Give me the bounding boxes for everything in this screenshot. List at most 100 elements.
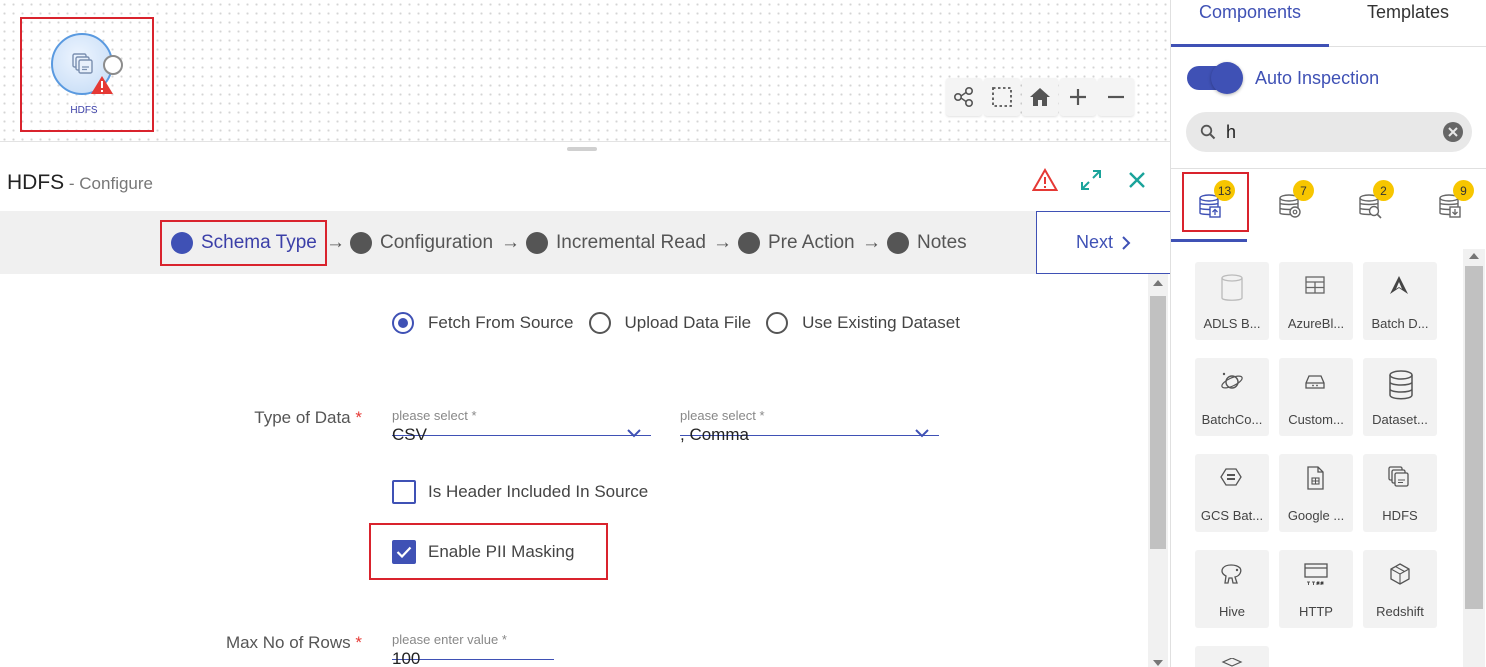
step-pre-action[interactable]: Pre Action bbox=[738, 211, 855, 274]
component-categories: 13 7 2 9 bbox=[1171, 168, 1486, 242]
close-icon bbox=[1129, 172, 1145, 188]
next-button[interactable]: Next bbox=[1036, 211, 1171, 274]
node-warning-icon bbox=[91, 76, 113, 94]
step-label: Notes bbox=[917, 231, 967, 253]
header-included-checkbox-row: Is Header Included In Source bbox=[392, 480, 648, 504]
checkbox-label: Is Header Included In Source bbox=[428, 482, 649, 501]
batch-d-icon bbox=[1390, 276, 1408, 294]
pipeline-canvas[interactable]: HDFS bbox=[0, 0, 1170, 142]
node-label: HDFS bbox=[70, 105, 98, 116]
auto-layout-button[interactable] bbox=[946, 78, 982, 116]
component-tile-batch-d[interactable]: Batch D... bbox=[1363, 262, 1437, 340]
step-label: Pre Action bbox=[768, 231, 855, 253]
category-count-badge: 2 bbox=[1373, 180, 1394, 201]
component-tile-adls[interactable]: ADLS B... bbox=[1195, 262, 1269, 340]
category-processors[interactable]: 7 bbox=[1251, 169, 1327, 242]
search-value: h bbox=[1226, 121, 1237, 142]
required-mark: * bbox=[355, 633, 362, 652]
scroll-up-arrow[interactable] bbox=[1153, 280, 1163, 286]
component-tile-redshift[interactable]: Redshift bbox=[1363, 550, 1437, 628]
step-arrow: → bbox=[501, 231, 520, 253]
components-panel: Components Templates Auto Inspection h 1… bbox=[1170, 0, 1486, 667]
clear-search-icon[interactable] bbox=[1442, 121, 1464, 143]
tile-label: Batch D... bbox=[1371, 316, 1429, 331]
max-rows-input[interactable]: please enter value * 100 bbox=[392, 632, 554, 667]
toggle-label: Auto Inspection bbox=[1255, 67, 1380, 88]
schema-source-radio-group: Fetch From Source Upload Data File Use E… bbox=[392, 312, 975, 334]
tab-templates[interactable]: Templates bbox=[1329, 0, 1486, 47]
home-icon bbox=[1030, 88, 1050, 106]
component-search-input[interactable]: h bbox=[1186, 112, 1472, 152]
panel-tabs: Components Templates bbox=[1171, 0, 1486, 47]
zoom-out-button[interactable] bbox=[1098, 78, 1134, 116]
delimiter-select[interactable]: please select * , Comma bbox=[680, 408, 939, 444]
component-tile-azure-blob[interactable]: AzureBl... bbox=[1279, 262, 1353, 340]
form-scrollbar[interactable] bbox=[1148, 274, 1168, 667]
scroll-down-arrow[interactable] bbox=[1153, 660, 1163, 666]
panel-resize-handle[interactable] bbox=[567, 147, 597, 151]
category-emitters[interactable]: 9 bbox=[1411, 169, 1486, 242]
expand-button[interactable] bbox=[1078, 167, 1104, 193]
dataset-icon bbox=[1389, 370, 1413, 400]
label-text: Max No of Rows bbox=[225, 633, 351, 652]
close-button[interactable] bbox=[1124, 167, 1150, 193]
radio-fetch-from-source[interactable] bbox=[392, 312, 414, 334]
component-tile-google-sheet[interactable]: Google ... bbox=[1279, 454, 1353, 532]
config-stepper: Schema Type → Configuration → Incrementa… bbox=[0, 211, 1036, 274]
scroll-up-arrow[interactable] bbox=[1469, 253, 1479, 259]
component-tile-dataset[interactable]: Dataset... bbox=[1363, 358, 1437, 436]
step-configuration[interactable]: Configuration bbox=[350, 211, 493, 274]
tab-components[interactable]: Components bbox=[1171, 0, 1329, 47]
hdfs-icon bbox=[72, 53, 93, 74]
chevron-right-icon bbox=[1122, 235, 1131, 250]
zoom-in-button[interactable] bbox=[1060, 78, 1096, 116]
radio-use-existing-dataset[interactable] bbox=[766, 312, 789, 334]
component-tile-gcs[interactable]: GCS Bat... bbox=[1195, 454, 1269, 532]
input-placeholder: please enter value * bbox=[392, 632, 507, 647]
component-name: HDFS bbox=[7, 171, 65, 194]
radio-label: Upload Data File bbox=[624, 313, 752, 332]
scroll-thumb[interactable] bbox=[1150, 296, 1166, 549]
radio-upload-data-file[interactable] bbox=[588, 312, 611, 334]
select-area-button[interactable] bbox=[984, 78, 1020, 116]
type-of-data-label: Type of Data * bbox=[200, 408, 362, 428]
chevron-down-icon bbox=[627, 429, 641, 438]
auto-inspection-toggle[interactable] bbox=[1187, 62, 1243, 94]
component-tile-batch-cosmos[interactable]: BatchCo... bbox=[1195, 358, 1269, 436]
radio-label: Use Existing Dataset bbox=[802, 313, 960, 332]
step-arrow: → bbox=[862, 231, 881, 253]
component-tile-hdfs[interactable]: HDFS bbox=[1363, 454, 1437, 532]
category-count-badge: 7 bbox=[1293, 180, 1314, 201]
category-analytics[interactable]: 2 bbox=[1331, 169, 1407, 242]
step-incremental-read[interactable]: Incremental Read bbox=[526, 211, 706, 274]
step-arrow: → bbox=[326, 231, 345, 253]
node-output-port[interactable] bbox=[103, 55, 123, 75]
validation-warning-button[interactable] bbox=[1032, 167, 1058, 193]
component-tile-partial[interactable] bbox=[1195, 646, 1269, 667]
chevron-down-icon bbox=[915, 429, 929, 438]
component-tile-hive[interactable]: Hive bbox=[1195, 550, 1269, 628]
step-dot bbox=[887, 231, 909, 254]
component-tile-http[interactable]: HTTP bbox=[1279, 550, 1353, 628]
scroll-thumb[interactable] bbox=[1465, 266, 1483, 609]
batch-cosmos-icon bbox=[1221, 372, 1243, 389]
expand-icon bbox=[1081, 170, 1101, 190]
canvas-toolbar bbox=[946, 78, 1134, 116]
select-placeholder: please select * bbox=[680, 408, 765, 423]
minus-icon bbox=[1108, 95, 1124, 99]
tile-label: Google ... bbox=[1287, 508, 1345, 523]
home-button[interactable] bbox=[1022, 78, 1058, 116]
data-format-select[interactable]: please select * CSV bbox=[392, 408, 651, 444]
warning-icon bbox=[1032, 168, 1058, 191]
radio-label: Fetch From Source bbox=[428, 313, 574, 332]
step-notes[interactable]: Notes bbox=[887, 211, 967, 274]
component-tile-custom[interactable]: Custom... bbox=[1279, 358, 1353, 436]
tile-label: GCS Bat... bbox=[1200, 508, 1264, 523]
tile-label: Dataset... bbox=[1372, 412, 1428, 427]
components-scrollbar[interactable] bbox=[1463, 249, 1485, 667]
header-included-checkbox[interactable] bbox=[392, 480, 416, 504]
marquee-select-icon bbox=[992, 87, 1012, 107]
tile-label: Redshift bbox=[1376, 604, 1424, 619]
graph-nodes-icon bbox=[953, 86, 974, 108]
adls-icon bbox=[1221, 274, 1243, 301]
